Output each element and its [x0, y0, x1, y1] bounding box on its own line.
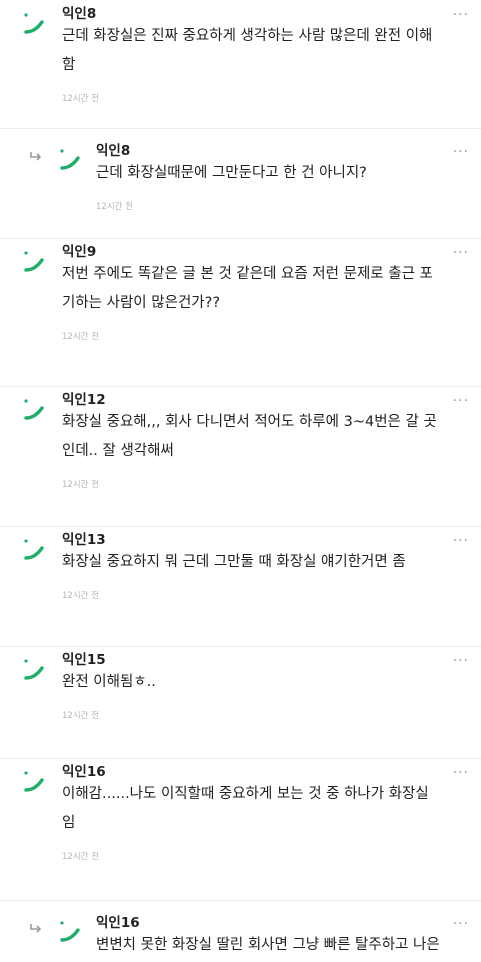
- more-options-icon[interactable]: ···: [453, 145, 469, 159]
- comment-text-line: 임: [62, 815, 76, 831]
- avatar-icon: [58, 146, 84, 172]
- comment-timestamp: 12시간 전: [62, 591, 99, 601]
- comment-timestamp: 12시간 전: [62, 332, 99, 342]
- comment-item: 익인12 ··· 화장실 중요해,,, 회사 다니면서 적어도 하루에 3~4번은 …: [0, 386, 481, 527]
- more-options-icon[interactable]: ···: [453, 394, 469, 408]
- comment-nickname[interactable]: 익인16: [96, 915, 140, 931]
- more-options-icon[interactable]: ···: [453, 8, 469, 22]
- avatar-icon: [22, 656, 48, 682]
- comment-text-line: 완전 이해됨ㅎ..: [62, 674, 156, 690]
- avatar-icon: [22, 396, 48, 422]
- avatar-icon: [22, 536, 48, 562]
- comment-nickname[interactable]: 익인12: [62, 392, 106, 408]
- comment-nickname[interactable]: 익인16: [62, 764, 106, 780]
- comment-text-line: 기하는 사람이 많은건가??: [62, 295, 221, 311]
- comment-nickname[interactable]: 익인15: [62, 652, 106, 668]
- avatar-icon: [22, 10, 48, 36]
- comment-item: 익인13 ··· 화장실 중요하지 뭐 근데 그만둘 때 화장실 얘기한거면 좀 12…: [0, 526, 481, 647]
- more-options-icon[interactable]: ···: [453, 654, 469, 668]
- reply-arrow-icon: [29, 146, 43, 161]
- comment-list: 익인8 ··· 근데 화장실은 진짜 중요하게 생각하는 사람 많은데 완전 이해함…: [0, 0, 481, 962]
- more-options-icon[interactable]: ···: [453, 766, 469, 780]
- reply-arrow-icon: [29, 918, 43, 933]
- avatar-icon: [58, 918, 84, 944]
- more-options-icon[interactable]: ···: [453, 917, 469, 931]
- comment-nickname[interactable]: 익인9: [62, 244, 96, 260]
- comment-timestamp: 12시간 전: [62, 480, 99, 490]
- comment-nickname[interactable]: 익인13: [62, 532, 106, 548]
- comment-text-line: 함: [62, 57, 76, 73]
- comment-item: 익인9 ··· 저번 주에도 똑같은 글 본 것 같은데 요즘 저런 문제로 출근 …: [0, 238, 481, 387]
- avatar-icon: [22, 768, 48, 794]
- comment-text-line: 저번 주에도 똑같은 글 본 것 같은데 요즘 저런 문제로 출근 포: [62, 266, 433, 282]
- comment-timestamp: 12시간 전: [62, 94, 99, 104]
- comment-timestamp: 12시간 전: [62, 711, 99, 721]
- comment-nickname[interactable]: 익인8: [62, 6, 96, 22]
- comment-text-line: 근데 화장실때문에 그만둔다고 한 건 아니지?: [96, 165, 367, 181]
- comment-text-line: 화장실 중요해,,, 회사 다니면서 적어도 하루에 3~4번은 갈 곳: [62, 414, 437, 430]
- comment-text-line: 변변치 못한 화장실 딸린 회사면 그냥 빠른 탈주하고 나은: [96, 937, 440, 953]
- avatar-icon: [22, 248, 48, 274]
- comment-item: 익인15 ··· 완전 이해됨ㅎ.. 12시간 전: [0, 646, 481, 759]
- comment-item: 익인16 ··· 이해감......나도 이직할때 중요하게 보는 것 중 하나가 …: [0, 758, 481, 901]
- more-options-icon[interactable]: ···: [453, 534, 469, 548]
- comment-text-line: 근데 화장실은 진짜 중요하게 생각하는 사람 많은데 완전 이해: [62, 28, 433, 44]
- comment-nickname[interactable]: 익인8: [96, 143, 130, 159]
- comment-item: 익인8 ··· 근데 화장실은 진짜 중요하게 생각하는 사람 많은데 완전 이해함…: [0, 0, 481, 129]
- reply-comment-item: 익인16 ··· 변변치 못한 화장실 딸린 회사면 그냥 빠른 탈주하고 나은: [0, 900, 481, 962]
- comment-text-line: 이해감......나도 이직할때 중요하게 보는 것 중 하나가 화장실: [62, 786, 429, 802]
- comment-text-line: 화장실 중요하지 뭐 근데 그만둘 때 화장실 얘기한거면 좀: [62, 554, 406, 570]
- comment-timestamp: 12시간 전: [96, 202, 133, 212]
- comment-timestamp: 12시간 전: [62, 852, 99, 862]
- comment-text-line: 인데.. 잘 생각해써: [62, 443, 174, 459]
- more-options-icon[interactable]: ···: [453, 246, 469, 260]
- reply-comment-item: 익인8 ··· 근데 화장실때문에 그만둔다고 한 건 아니지? 12시간 전: [0, 128, 481, 239]
